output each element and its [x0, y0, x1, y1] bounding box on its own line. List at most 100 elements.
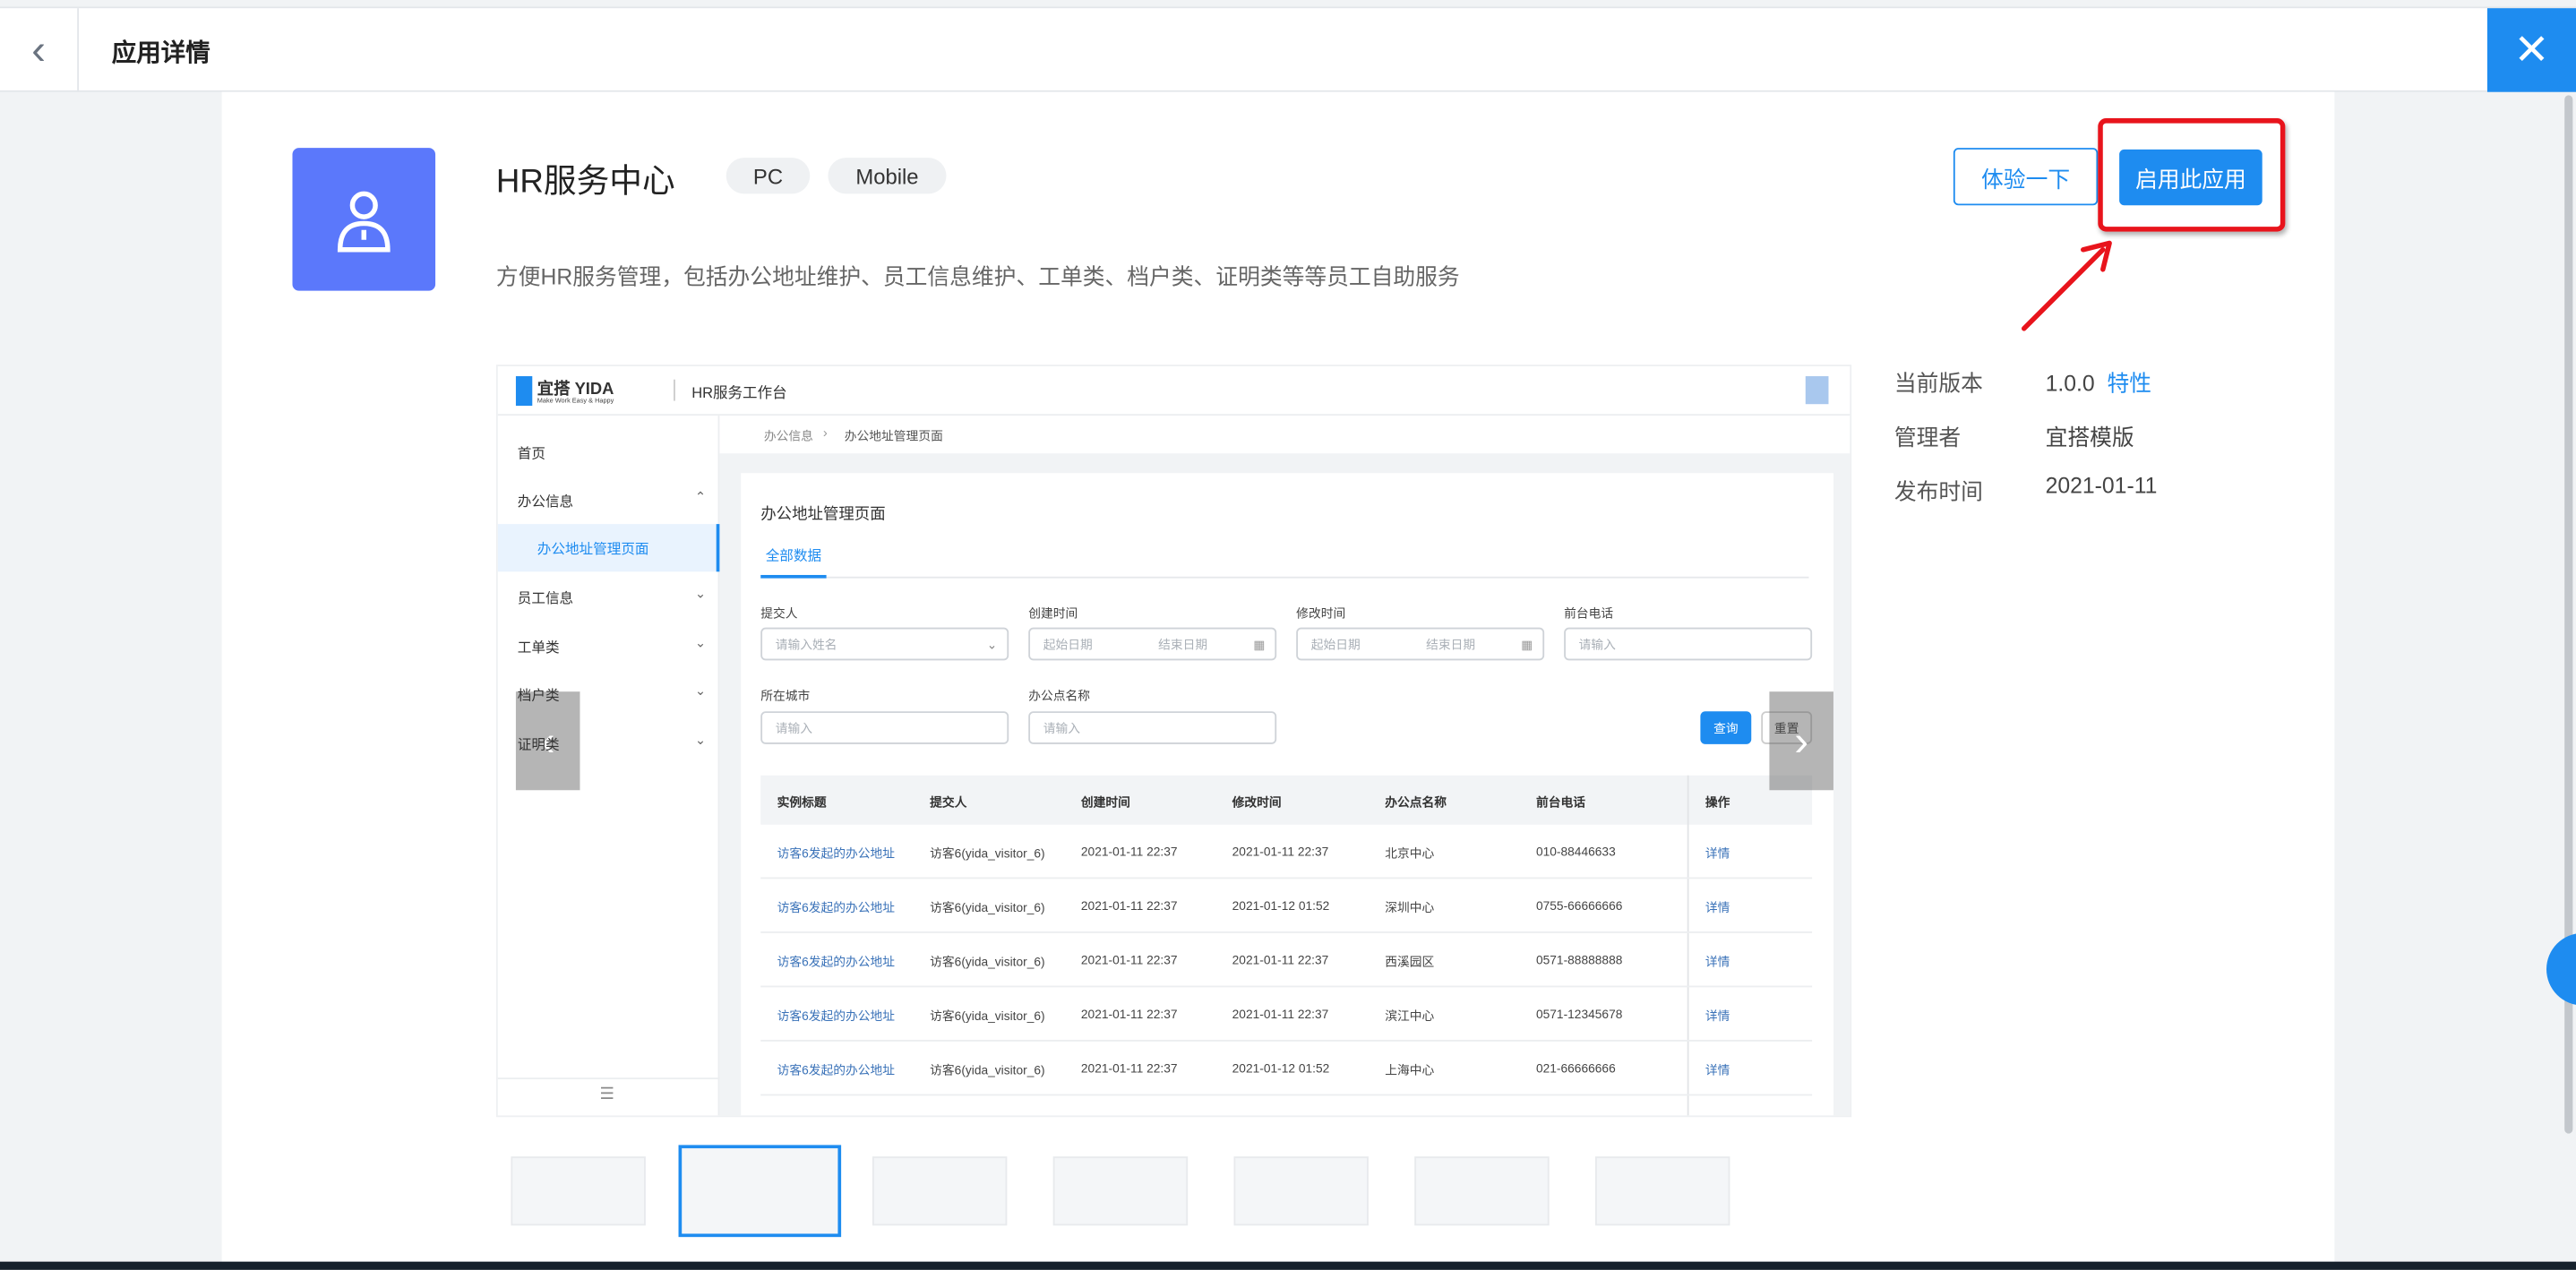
calendar-icon: ▦ [1521, 636, 1533, 652]
table-cell: 0755-66666666 [1535, 898, 1623, 914]
start-date: 起始日期 [1043, 636, 1093, 652]
preview-content: 办公信息 › 办公地址管理页面 办公地址管理页面 全部数据 提交人 请输入姓名 ⌄… [719, 416, 1850, 1116]
table-cell: 2021-01-11 22:37 [1080, 844, 1178, 860]
table-cell: 0571-12345678 [1535, 1007, 1623, 1022]
avatar[interactable] [1805, 376, 1829, 405]
version-label: 当前版本 [1893, 371, 1983, 397]
chevron-down-icon: ⌄ [986, 636, 998, 652]
table-cell: 010-88446633 [1535, 844, 1616, 860]
try-button[interactable]: 体验一下 [1953, 148, 2099, 206]
sidebar-item-employee[interactable]: 员工信息 [518, 588, 573, 608]
table-cell: 上海中心 [1385, 1062, 1435, 1078]
column-header: 创建时间 [1080, 794, 1130, 811]
content-title: 办公地址管理页面 [760, 505, 886, 525]
detail-link[interactable]: 详情 [1705, 1007, 1730, 1025]
table-cell: 2021-01-11 22:37 [1232, 952, 1329, 968]
content-card: 办公地址管理页面 全部数据 提交人 请输入姓名 ⌄ 创建时间 起始日期 结束日期 ▦ … [741, 473, 1833, 1116]
table-cell: 2021-01-12 01:52 [1232, 898, 1330, 914]
user-icon [337, 191, 391, 253]
tag-mobile: Mobile [828, 158, 947, 194]
sidebar-item-ticket[interactable]: 工单类 [518, 638, 560, 657]
record-title-link[interactable]: 访客6发起的办公地址 [777, 1061, 895, 1079]
preview-header: 宜搭 YIDA Make Work Easy & Happy HR服务工作台 [497, 366, 1850, 416]
detail-link[interactable]: 详情 [1705, 1061, 1730, 1079]
created-date-range[interactable]: 起始日期 结束日期 ▦ [1028, 627, 1277, 661]
table-header [760, 775, 1813, 825]
chevron-right-icon: › [1794, 715, 1809, 765]
preview-screenshot: 宜搭 YIDA Make Work Easy & Happy HR服务工作台 办… [495, 365, 1852, 1118]
screenshot-thumbnail[interactable] [872, 1156, 1008, 1226]
features-link[interactable]: 特性 [2107, 372, 2151, 397]
detail-link[interactable]: 详情 [1705, 845, 1730, 862]
column-header: 前台电话 [1535, 794, 1586, 811]
version-number: 1.0.0 [2045, 371, 2095, 397]
detail-link[interactable]: 详情 [1705, 953, 1730, 971]
office-name-input[interactable]: 请输入 [1028, 711, 1277, 744]
screenshot-thumbnail[interactable] [1595, 1156, 1730, 1226]
close-button[interactable]: ✕ [2486, 8, 2576, 92]
table-cell: 2021-01-11 22:37 [1232, 844, 1329, 860]
publish-date-label: 发布时间 [1893, 479, 1983, 505]
collapse-menu-icon[interactable]: ☰ [599, 1086, 614, 1103]
floating-help-button[interactable] [2546, 932, 2576, 1006]
admin-value: 宜搭模版 [2045, 425, 2134, 451]
tab-all-data[interactable]: 全部数据 [760, 545, 827, 579]
submitter-select[interactable]: 请输入姓名 ⌄ [760, 627, 1009, 661]
app-name: HR服务中心 [495, 164, 675, 201]
screenshot-thumbnail[interactable] [1052, 1156, 1189, 1226]
app-description: 方便HR服务管理，包括办公地址维护、员工信息维护、工单类、档户类、证明类等等员工… [495, 264, 1460, 289]
column-header: 办公点名称 [1385, 794, 1447, 811]
table-cell: 0571-88888888 [1535, 952, 1623, 968]
table-cell: 021-66666666 [1535, 1060, 1616, 1077]
record-title-link[interactable]: 访客6发起的办公地址 [777, 953, 895, 971]
record-title-link[interactable]: 访客6发起的办公地址 [777, 1007, 895, 1025]
sidebar-item-office-address[interactable]: 办公地址管理页面 [497, 524, 720, 572]
chevron-down-icon: ⌄ [694, 635, 707, 651]
start-date: 起始日期 [1310, 636, 1361, 652]
carousel-prev-button[interactable]: ‹ [515, 691, 580, 791]
screenshot-thumbnail[interactable] [678, 1145, 842, 1238]
carousel-next-button[interactable]: › [1769, 691, 1833, 791]
table-cell: 访客6(yida_visitor_6) [930, 845, 1045, 862]
phone-input[interactable]: 请输入 [1564, 627, 1813, 661]
end-date: 结束日期 [1426, 636, 1476, 652]
sidebar-item-home[interactable]: 首页 [518, 443, 545, 463]
query-button[interactable]: 查询 [1700, 711, 1752, 744]
city-input[interactable]: 请输入 [760, 711, 1009, 744]
column-header: 实例标题 [777, 794, 827, 811]
filter-label: 办公点名称 [1028, 688, 1090, 704]
table-cell: 北京中心 [1385, 845, 1435, 862]
modified-date-range[interactable]: 起始日期 结束日期 ▦ [1296, 627, 1545, 661]
table-cell: 深圳中心 [1385, 900, 1435, 915]
chevron-left-icon: ‹ [31, 24, 47, 74]
filter-label: 创建时间 [1028, 605, 1078, 622]
filter-label: 提交人 [760, 605, 798, 622]
divider [674, 379, 675, 401]
table-cell: 2021-01-11 22:37 [1080, 898, 1178, 914]
divider [497, 1077, 720, 1080]
screenshot-thumbnail[interactable] [1414, 1156, 1550, 1226]
tab-bar [760, 576, 1809, 579]
admin-label: 管理者 [1893, 425, 1962, 451]
table-cell: 2021-01-11 22:37 [1080, 952, 1178, 968]
screenshot-thumbnail[interactable] [511, 1156, 646, 1226]
breadcrumb: 办公信息 › 办公地址管理页面 [719, 416, 1850, 454]
bottom-strip [0, 1261, 2576, 1270]
screenshot-thumbnail[interactable] [1233, 1156, 1369, 1226]
sidebar-item-office-info[interactable]: 办公信息 [518, 491, 573, 511]
table-cell: 滨江中心 [1385, 1008, 1435, 1024]
detail-link[interactable]: 详情 [1705, 898, 1730, 916]
chevron-down-icon: ⌄ [694, 586, 707, 602]
top-bar: ‹ 应用详情 ✕ [0, 6, 2576, 92]
publish-date-value: 2021-01-11 [2045, 473, 2158, 498]
annotation-arrow [2021, 240, 2112, 331]
chevron-down-icon: ⌄ [694, 733, 707, 748]
logo-slogan: Make Work Easy & Happy [537, 396, 614, 405]
chevron-right-icon: › [822, 425, 828, 441]
record-title-link[interactable]: 访客6发起的办公地址 [777, 845, 895, 862]
breadcrumb-item[interactable]: 办公信息 [764, 427, 813, 445]
back-button[interactable]: ‹ [0, 8, 80, 92]
end-date: 结束日期 [1158, 636, 1208, 652]
column-header: 修改时间 [1232, 794, 1282, 811]
record-title-link[interactable]: 访客6发起的办公地址 [777, 898, 895, 916]
